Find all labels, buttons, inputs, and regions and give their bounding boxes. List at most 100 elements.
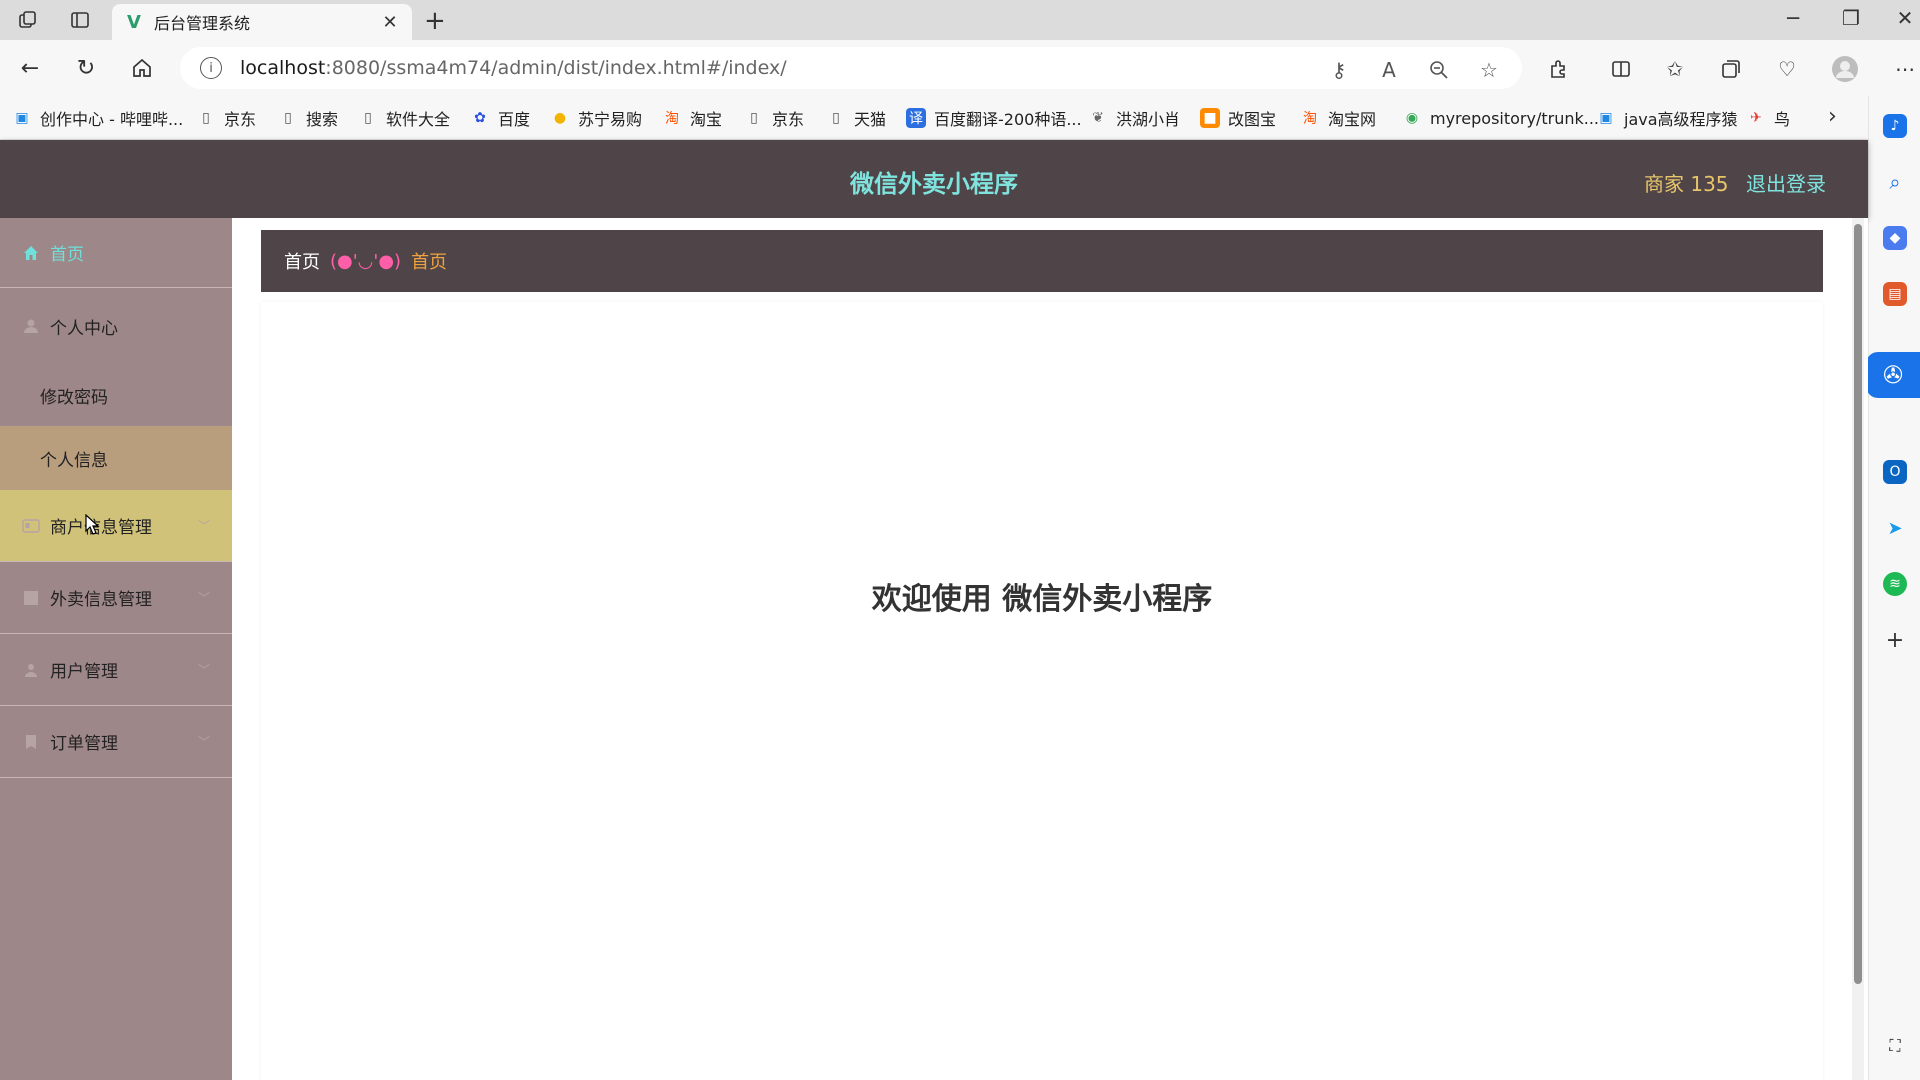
page-icon: ▯ (364, 110, 372, 126)
logout-button[interactable]: 退出登录 (1746, 168, 1826, 197)
bookmark-item[interactable]: ▯ 天猫 (826, 106, 886, 130)
sidebar-item-personal-center[interactable]: 个人中心 (0, 288, 232, 364)
workspaces-icon[interactable] (16, 8, 40, 32)
bookmark-item[interactable]: ▯ 京东 (196, 106, 256, 130)
bookmark-label: 百度翻译-200种语... (934, 110, 1082, 129)
page-icon: ▯ (202, 110, 210, 126)
bookmark-item[interactable]: ▣ java高级程序猿 (1596, 106, 1738, 130)
app-title: 微信外卖小程序 (850, 170, 1018, 198)
shopping-tag-icon[interactable]: ◆ (1883, 226, 1907, 250)
bookmark-item[interactable]: ▯ 软件大全 (358, 106, 450, 130)
tab-title: 后台管理系统 (154, 14, 251, 33)
sidebar-item-order-management[interactable]: 订单管理 ﹀ (0, 706, 232, 778)
toolbox-icon[interactable]: ▤ (1883, 282, 1907, 306)
browser-tab-active[interactable]: V 后台管理系统 ✕ (112, 4, 412, 40)
breadcrumb: 首页 (●'◡'●) 首页 (261, 230, 1823, 292)
tab-close-icon[interactable]: ✕ (380, 12, 400, 33)
site-info-icon[interactable]: i (200, 57, 222, 79)
breadcrumb-current: 首页 (411, 252, 448, 273)
home-icon (22, 244, 40, 262)
gaitubao-icon: ■ (1200, 108, 1220, 128)
scrollbar-thumb[interactable] (1854, 224, 1862, 984)
bookmark-item[interactable]: ❦ 洪湖小肖 (1088, 106, 1180, 130)
profile-avatar-icon[interactable] (1830, 54, 1860, 84)
merchant-account-label: 商家 135 (1644, 172, 1729, 196)
extensions-icon[interactable] (1544, 54, 1574, 84)
bookmark-label: myrepository/trunk... (1430, 108, 1600, 128)
notification-bell-icon[interactable]: ♪ (1883, 114, 1907, 138)
zoom-out-icon[interactable] (1426, 57, 1452, 83)
bookmarks-more-chevron-icon[interactable]: › (1828, 104, 1837, 129)
bookmark-item[interactable]: ■ 改图宝 (1200, 106, 1276, 130)
sidebar-item-label: 订单管理 (50, 734, 118, 754)
outlook-icon[interactable]: O (1883, 460, 1907, 484)
more-menu-icon[interactable]: ⋯ (1890, 54, 1920, 84)
breadcrumb-separator: (●'◡'●) (330, 250, 402, 272)
bookmark-label: 改图宝 (1228, 110, 1277, 129)
copilot-floating-icon[interactable]: ✇ (1866, 352, 1920, 398)
refresh-icon[interactable]: ↻ (72, 54, 100, 82)
favorites-icon[interactable]: ✩ (1660, 54, 1690, 84)
send-icon[interactable]: ➤ (1883, 516, 1907, 540)
bookmark-label: 天猫 (854, 110, 887, 129)
translate-icon: 译 (906, 108, 926, 128)
chevron-down-icon: ﹀ (197, 735, 210, 749)
welcome-heading: 欢迎使用 微信外卖小程序 (871, 582, 1213, 617)
order-icon (22, 733, 40, 751)
search-icon[interactable]: ⌕ (1883, 170, 1907, 194)
bilibili-icon: ▣ (1599, 110, 1613, 126)
sidebar-item-merchant-info[interactable]: 商户信息管理 ﹀ (0, 490, 232, 562)
bookmark-item[interactable]: ▣ 创作中心 - 哔哩哔... (12, 106, 183, 130)
app-header: 微信外卖小程序 商家 135 退出登录 (0, 140, 1868, 218)
bookmark-item[interactable]: ✿ 百度 (470, 106, 530, 130)
password-key-icon[interactable]: ⚷ (1326, 57, 1352, 83)
grid-icon (22, 589, 40, 607)
bilibili-icon: ▣ (15, 110, 29, 126)
bookmark-label: 软件大全 (386, 110, 451, 129)
spotify-icon[interactable]: ≋ (1883, 572, 1907, 596)
sidebar-subitem-personal-info[interactable]: 个人信息 (0, 426, 232, 490)
bookmark-label: 搜索 (306, 110, 339, 129)
sidebar-item-home[interactable]: 首页 (0, 218, 232, 288)
restore-icon[interactable]: ❐ (1836, 6, 1866, 30)
read-aloud-icon[interactable]: A (1376, 57, 1402, 83)
sidebar-subitem-change-password[interactable]: 修改密码 (0, 364, 232, 426)
bookmarks-bar: ▣ 创作中心 - 哔哩哔... ▯ 京东 ▯ 搜索 ▯ 软件大全 ✿ 百度 ● 苏宁易购 淘… (0, 96, 1920, 140)
sidebar-item-label: 外卖信息管理 (50, 590, 152, 610)
sidebar-item-label: 商户信息管理 (50, 518, 152, 538)
page-icon: ▯ (832, 110, 840, 126)
bookmark-label: 百度 (498, 110, 531, 129)
screenshot-icon[interactable]: ⛶ (1883, 1034, 1907, 1058)
page-icon: ▯ (284, 110, 292, 126)
bookmark-item[interactable]: ✈ 鸟 (1746, 106, 1790, 130)
taobao-icon: 淘 (665, 111, 679, 127)
bookmark-label: 鸟 (1774, 110, 1791, 129)
favorite-star-icon[interactable]: ☆ (1476, 57, 1502, 83)
bookmark-item[interactable]: ● 苏宁易购 (550, 106, 642, 130)
chrome-icon: ◉ (1405, 110, 1419, 126)
page-icon: ▯ (750, 110, 758, 126)
bookmark-label: java高级程序猿 (1624, 110, 1738, 129)
breadcrumb-home-link[interactable]: 首页 (284, 248, 320, 274)
bookmark-item[interactable]: 淘淘宝 (662, 106, 722, 130)
collections-icon[interactable] (1716, 54, 1746, 84)
bookmark-item[interactable]: 译百度翻译-200种语... (906, 106, 1082, 130)
page-scrollbar[interactable] (1852, 218, 1864, 1080)
new-tab-button[interactable]: + (424, 6, 446, 36)
browser-essentials-icon[interactable]: ♡ (1772, 54, 1802, 84)
bookmark-item[interactable]: ▯ 京东 (744, 106, 804, 130)
bookmark-item[interactable]: ▯ 搜索 (278, 106, 338, 130)
home-icon[interactable] (128, 54, 156, 82)
add-sidebar-icon[interactable]: + (1883, 628, 1907, 653)
url-path: :8080/ssma4m74/admin/dist/index.html#/in… (325, 57, 787, 79)
close-window-icon[interactable]: ✕ (1890, 6, 1920, 30)
vertical-tabs-icon[interactable] (68, 8, 92, 32)
bookmark-item[interactable]: 淘淘宝网 (1300, 106, 1376, 130)
sidebar-item-takeout-info[interactable]: 外卖信息管理 ﹀ (0, 562, 232, 634)
url-bar[interactable]: i localhost :8080/ssma4m74/admin/dist/in… (180, 47, 1522, 89)
split-screen-icon[interactable] (1606, 54, 1636, 84)
back-icon[interactable]: ← (16, 54, 44, 82)
bookmark-item[interactable]: ◉ myrepository/trunk... (1402, 106, 1599, 130)
minimize-icon[interactable]: ─ (1778, 6, 1808, 30)
sidebar-item-user-management[interactable]: 用户管理 ﹀ (0, 634, 232, 706)
